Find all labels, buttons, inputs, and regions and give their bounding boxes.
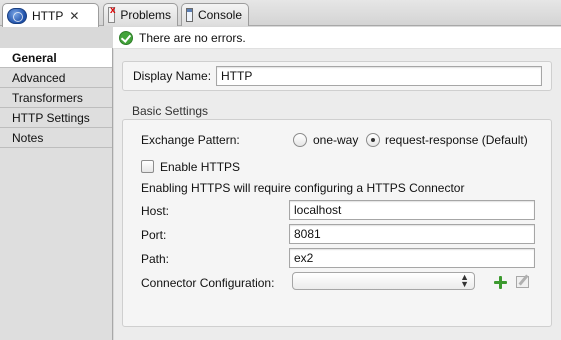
host-input[interactable]: localhost	[289, 200, 535, 220]
problems-icon	[108, 5, 116, 23]
port-input[interactable]: 8081	[289, 224, 535, 244]
exchange-pattern-label: Exchange Pattern:	[141, 133, 240, 147]
add-connector-icon[interactable]	[494, 276, 507, 289]
updown-arrows-icon: ▲ ▼	[460, 272, 469, 289]
path-input[interactable]: ex2	[289, 248, 535, 268]
sidebar-filler	[0, 148, 112, 340]
tab-console-label: Console	[197, 8, 242, 22]
https-note: Enabling HTTPS will require configuring …	[141, 181, 465, 195]
check-circle-icon	[119, 30, 133, 45]
tab-console[interactable]: Console	[181, 3, 249, 26]
host-label: Host:	[141, 204, 170, 218]
sidebar-item-http-settings[interactable]: HTTP Settings	[0, 108, 112, 128]
editor-tab-bar: HTTP ✕ Problems Console	[0, 0, 561, 27]
tab-problems[interactable]: Problems	[103, 3, 178, 26]
sidebar-item-notes[interactable]: Notes	[0, 128, 112, 148]
globe-icon	[7, 7, 27, 24]
one-way-label[interactable]: one-way	[313, 133, 358, 147]
connector-config-label: Connector Configuration:	[141, 276, 275, 290]
general-panel: Display Name: HTTP Basic Settings Exchan…	[114, 49, 561, 340]
tab-http-label: HTTP	[32, 8, 64, 23]
sidebar: General Advanced Transformers HTTP Setti…	[0, 48, 113, 340]
sidebar-item-transformers[interactable]: Transformers	[0, 88, 112, 108]
basic-settings-group: Exchange Pattern: one-way request-respon…	[122, 119, 552, 327]
enable-https-label[interactable]: Enable HTTPS	[160, 160, 240, 174]
tab-http[interactable]: HTTP ✕	[2, 3, 99, 27]
edit-connector-icon[interactable]	[516, 276, 529, 288]
connector-config-select[interactable]: ▲ ▼	[292, 272, 475, 290]
status-bar: There are no errors.	[113, 27, 561, 49]
sidebar-item-advanced[interactable]: Advanced	[0, 68, 112, 88]
request-response-label[interactable]: request-response (Default)	[385, 133, 528, 147]
one-way-radio[interactable]	[293, 133, 307, 147]
display-name-label: Display Name:	[133, 69, 212, 83]
basic-settings-title: Basic Settings	[132, 104, 209, 118]
port-label: Port:	[141, 228, 167, 242]
status-message: There are no errors.	[139, 30, 246, 45]
sidebar-item-general[interactable]: General	[0, 48, 112, 68]
request-response-radio[interactable]	[366, 133, 380, 147]
path-label: Path:	[141, 252, 170, 266]
close-icon[interactable]: ✕	[69, 10, 79, 22]
enable-https-checkbox[interactable]	[141, 160, 154, 173]
console-icon	[186, 8, 193, 22]
display-name-input[interactable]: HTTP	[216, 66, 542, 86]
tab-problems-label: Problems	[120, 8, 171, 22]
display-name-group: Display Name: HTTP	[122, 61, 552, 91]
